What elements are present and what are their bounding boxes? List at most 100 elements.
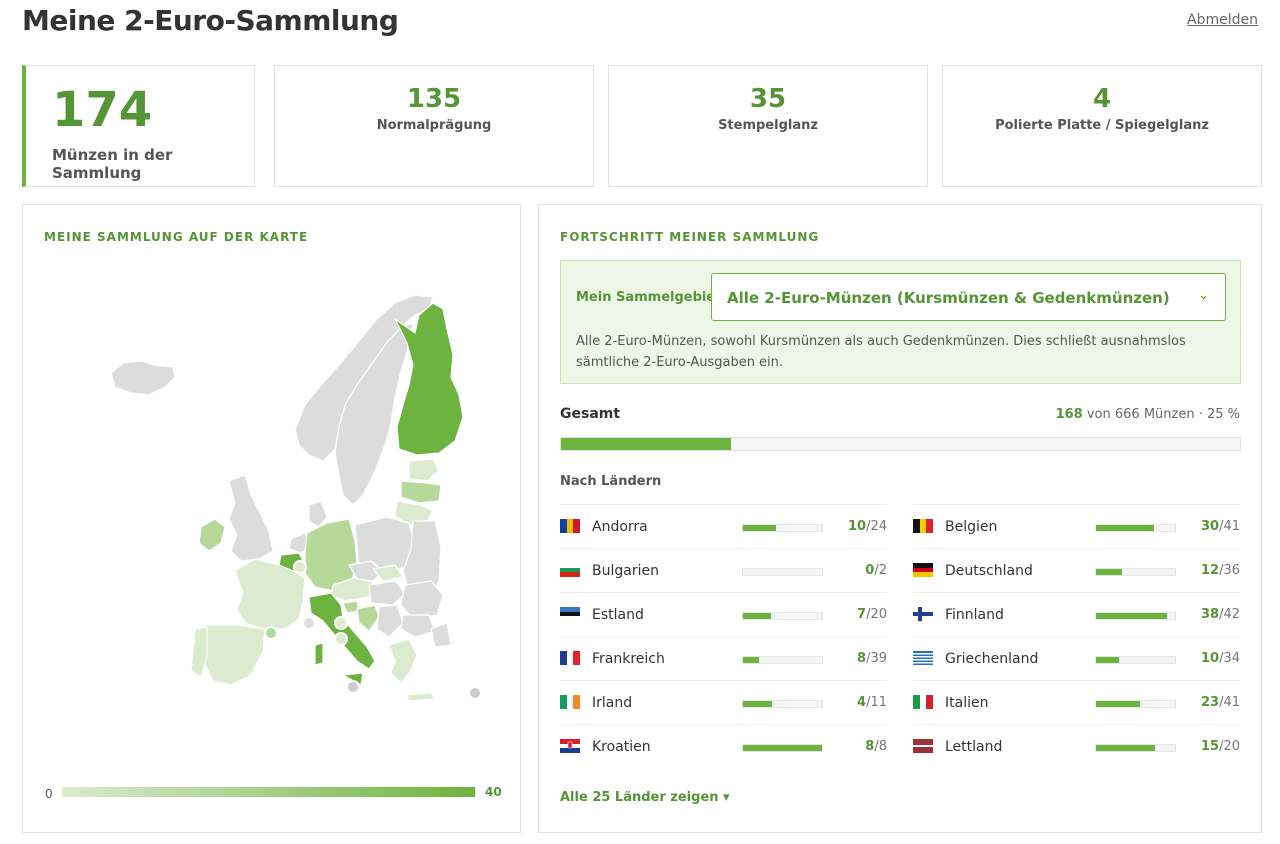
country-have: 23 <box>1200 695 1220 710</box>
country-name: Griechenland <box>945 651 1039 667</box>
stat-card-bu: 35 Stempelglanz <box>608 65 928 187</box>
country-have: 8 <box>865 739 875 754</box>
map-andorra-marker <box>264 626 278 640</box>
country-row[interactable]: Deutschland 12/36 <box>913 548 1240 592</box>
country-row[interactable]: Lettland 15/20 <box>913 724 1240 768</box>
country-progress-fill <box>743 745 822 751</box>
stat-bu-value: 35 <box>749 84 787 114</box>
country-progress-bar <box>1095 568 1176 576</box>
italy-flag-icon <box>913 695 933 709</box>
belgium-flag-icon <box>913 519 933 533</box>
country-progress-fill <box>743 657 759 663</box>
country-progress-bar <box>742 568 823 576</box>
stat-normal-label: Normalprägung <box>376 118 492 133</box>
stat-total-label: Münzen in der Sammlung <box>52 146 173 182</box>
country-total: /20 <box>866 607 887 622</box>
map-monaco-marker <box>302 616 316 630</box>
country-name: Italien <box>945 695 989 711</box>
stat-proof-label: Polierte Platte / Spiegelglanz <box>995 118 1209 133</box>
map-hungary <box>368 580 406 606</box>
map-ireland <box>198 518 226 552</box>
country-have: 30 <box>1200 519 1220 534</box>
country-row[interactable]: Andorra 10/24 <box>560 504 887 548</box>
collection-area-description: Alle 2-Euro-Münzen, sowohl Kursmünzen al… <box>576 334 1186 370</box>
country-name: Frankreich <box>592 651 665 667</box>
country-total: /36 <box>1219 563 1240 578</box>
country-name: Irland <box>592 695 633 711</box>
chevron-down-icon: ⌄ <box>1198 288 1209 303</box>
country-row[interactable]: Irland 4/11 <box>560 680 887 724</box>
country-count: 23/41 <box>1201 695 1240 710</box>
stat-card-total: 174 Münzen in der Sammlung <box>22 65 255 187</box>
country-count: 10/34 <box>1201 651 1240 666</box>
total-label: Gesamt <box>560 406 621 422</box>
map-spain <box>202 624 266 686</box>
map-uk <box>228 474 274 562</box>
page-title: Meine 2-Euro-Sammlung <box>22 4 399 37</box>
country-total: /24 <box>866 519 887 534</box>
country-name: Finnland <box>945 607 1004 623</box>
map-croatia <box>356 604 380 632</box>
country-have: 0 <box>865 563 875 578</box>
country-have: 15 <box>1200 739 1220 754</box>
country-name: Lettland <box>945 739 1003 755</box>
collection-area-select[interactable]: Alle 2-Euro-Münzen (Kursmünzen & Gedenkm… <box>711 273 1226 321</box>
latvia-flag-icon <box>913 739 933 753</box>
andorra-flag-icon <box>560 519 580 533</box>
country-row[interactable]: Belgien 30/41 <box>913 504 1240 548</box>
by-country-label: Nach Ländern <box>560 474 662 489</box>
country-progress-fill <box>1096 701 1140 707</box>
europe-map[interactable] <box>23 205 522 834</box>
show-all-countries-link[interactable]: Alle 25 Länder zeigen ▾ <box>560 790 730 805</box>
country-progress-bar <box>1095 700 1176 708</box>
country-row[interactable]: Estland 7/20 <box>560 592 887 636</box>
country-count: 8/39 <box>857 651 887 666</box>
legend-min-label: 0 <box>45 787 53 801</box>
stat-proof-value: 4 <box>1092 84 1112 114</box>
country-have: 8 <box>857 651 867 666</box>
country-count: 4/11 <box>857 695 887 710</box>
country-count: 0/2 <box>865 563 887 578</box>
total-progress-fill <box>561 438 731 450</box>
country-count: 10/24 <box>848 519 887 534</box>
country-name: Bulgarien <box>592 563 659 579</box>
total-rest: von 666 Münzen · 25 % <box>1082 407 1240 422</box>
country-row[interactable]: Frankreich 8/39 <box>560 636 887 680</box>
logout-link[interactable]: Abmelden <box>1187 12 1258 28</box>
country-progress-fill <box>743 613 771 619</box>
country-row[interactable]: Finnland 38/42 <box>913 592 1240 636</box>
collection-area-value: Alle 2-Euro-Münzen (Kursmünzen & Gedenkm… <box>727 289 1170 307</box>
map-greece <box>388 638 418 684</box>
country-row[interactable]: Italien 23/41 <box>913 680 1240 724</box>
country-have: 10 <box>847 519 867 534</box>
map-bulgaria <box>400 614 436 638</box>
map-legend-bar <box>62 787 475 797</box>
country-have: 12 <box>1200 563 1220 578</box>
map-cyprus-marker <box>468 686 482 700</box>
map-sardinia <box>314 642 324 666</box>
country-row[interactable]: Bulgarien 0/2 <box>560 548 887 592</box>
country-have: 38 <box>1200 607 1220 622</box>
country-total: /34 <box>1219 651 1240 666</box>
country-total: /39 <box>866 651 887 666</box>
map-sanmarino-marker <box>334 616 348 630</box>
country-name: Andorra <box>592 519 648 535</box>
country-total: /8 <box>874 739 887 754</box>
country-progress-bar <box>742 656 823 664</box>
country-row[interactable]: Kroatien 8/8 <box>560 724 887 768</box>
map-latvia <box>400 480 442 504</box>
country-progress-fill <box>1096 525 1154 531</box>
greece-flag-icon <box>913 651 933 665</box>
total-have: 168 <box>1055 407 1083 422</box>
country-progress-bar <box>1095 612 1176 620</box>
country-name: Kroatien <box>592 739 651 755</box>
collection-area-label: Mein Sammelgebiet <box>576 290 722 305</box>
country-progress-bar <box>742 744 823 752</box>
finland-flag-icon <box>913 607 933 621</box>
country-progress-fill <box>1096 613 1167 619</box>
map-estonia <box>408 458 440 482</box>
progress-heading: FORTSCHRITT MEINER SAMMLUNG <box>560 230 820 244</box>
country-row[interactable]: Griechenland 10/34 <box>913 636 1240 680</box>
country-name: Deutschland <box>945 563 1033 579</box>
stat-bu-label: Stempelglanz <box>718 118 818 133</box>
